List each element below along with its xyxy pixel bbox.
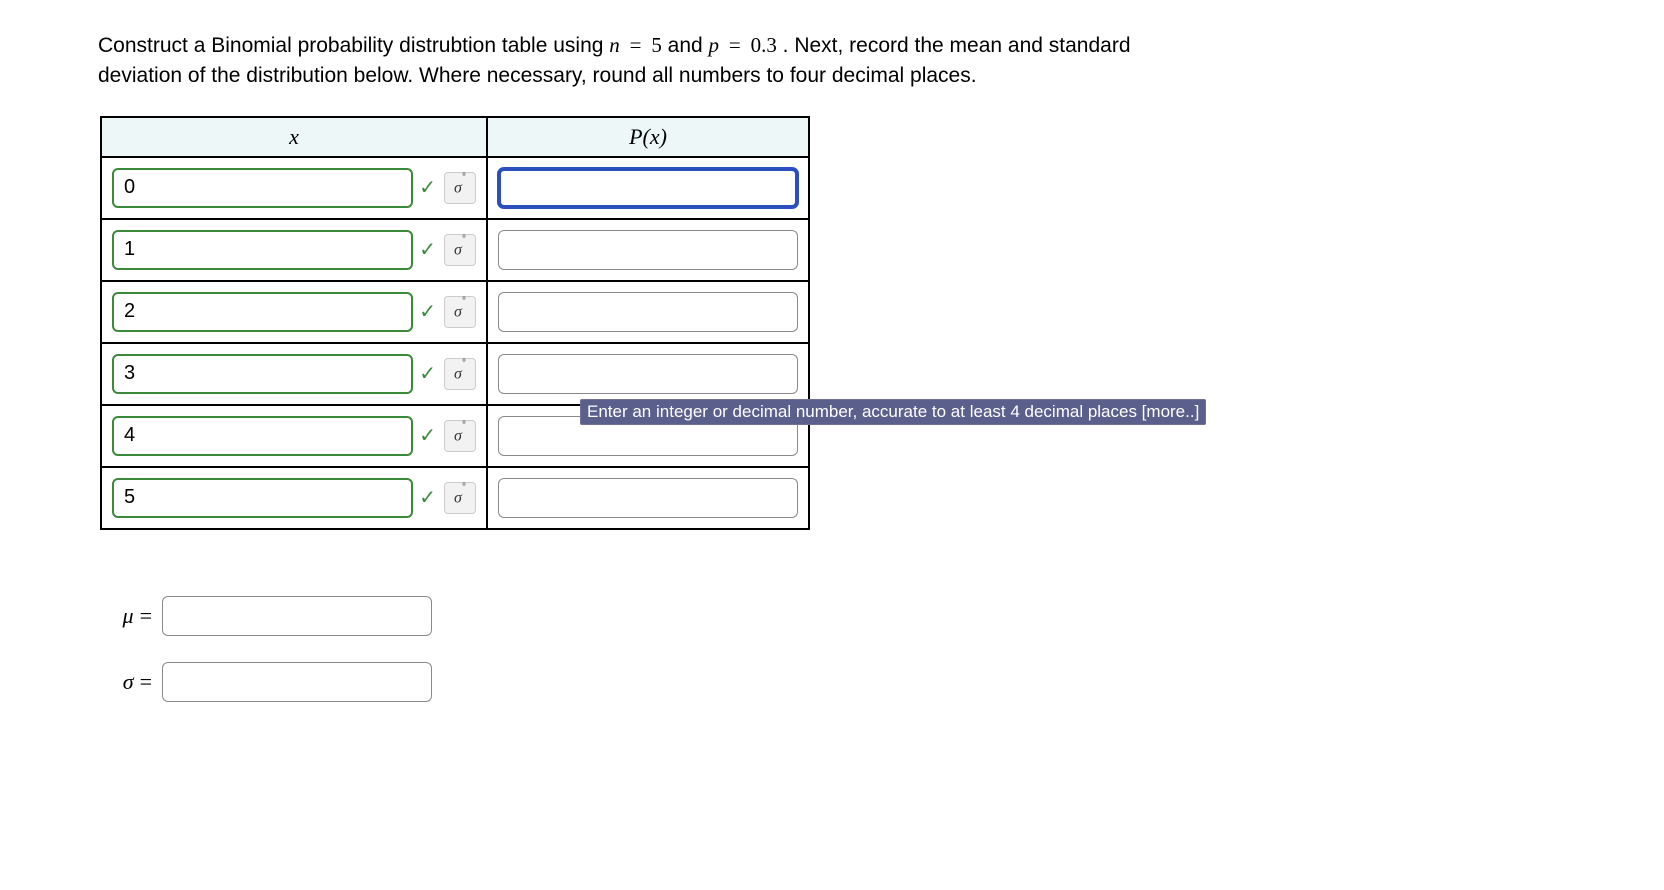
px-input[interactable]: [498, 230, 798, 270]
check-icon: ✓: [419, 488, 438, 508]
formula-icon: σ°: [454, 364, 466, 383]
check-icon: ✓: [419, 178, 438, 198]
table-row: ✓ σ°: [101, 467, 809, 529]
check-icon: ✓: [419, 426, 438, 446]
header-px-close: ): [660, 124, 667, 149]
formula-button[interactable]: σ°: [444, 420, 476, 452]
input-tooltip[interactable]: Enter an integer or decimal number, accu…: [580, 399, 1206, 425]
sigma-input[interactable]: [162, 662, 432, 702]
x-cell: ✓ σ°: [101, 343, 487, 405]
x-cell: ✓ σ°: [101, 467, 487, 529]
distribution-table: x P(x) ✓σ°✓σ°✓σ°✓σ°✓σ°✓σ°: [100, 116, 810, 530]
px-input[interactable]: [498, 292, 798, 332]
x-input[interactable]: [112, 168, 413, 208]
formula-button[interactable]: σ°: [444, 234, 476, 266]
px-input[interactable]: [498, 354, 798, 394]
px-cell: [487, 281, 809, 343]
header-x: x: [101, 117, 487, 157]
check-icon: ✓: [419, 364, 438, 384]
formula-icon: σ°: [454, 302, 466, 321]
check-icon: ✓: [419, 302, 438, 322]
mu-input[interactable]: [162, 596, 432, 636]
px-input[interactable]: [498, 478, 798, 518]
x-input[interactable]: [112, 230, 413, 270]
header-x-label: x: [289, 124, 299, 149]
table-row: ✓ σ°: [101, 343, 809, 405]
mu-label: μ =: [98, 603, 152, 629]
table-row: ✓ σ°: [101, 219, 809, 281]
stats-section: μ = σ =: [98, 596, 1664, 702]
formula-icon: σ°: [454, 426, 466, 445]
header-px-var: x: [650, 124, 660, 149]
formula-button[interactable]: σ°: [444, 482, 476, 514]
prompt-eq2: =: [725, 33, 745, 57]
mu-eq: =: [140, 603, 152, 629]
x-input[interactable]: [112, 416, 413, 456]
prompt-n-symbol: n: [609, 33, 620, 57]
mu-row: μ =: [98, 596, 1664, 636]
prompt-eq1: =: [626, 33, 646, 57]
prompt-text-1: Construct a Binomial probability distrub…: [98, 34, 609, 57]
sigma-label: σ =: [98, 669, 152, 695]
check-icon: ✓: [419, 240, 438, 260]
prompt-p-symbol: p: [709, 33, 720, 57]
prompt-p-value: 0.3: [751, 33, 777, 57]
question-prompt: Construct a Binomial probability distrub…: [98, 30, 1208, 92]
prompt-n-value: 5: [651, 33, 662, 57]
formula-button[interactable]: σ°: [444, 296, 476, 328]
formula-button[interactable]: σ°: [444, 358, 476, 390]
formula-icon: σ°: [454, 488, 466, 507]
x-input[interactable]: [112, 292, 413, 332]
x-cell: ✓ σ°: [101, 405, 487, 467]
px-input[interactable]: [498, 168, 798, 208]
x-input[interactable]: [112, 354, 413, 394]
formula-icon: σ°: [454, 178, 466, 197]
px-cell: [487, 343, 809, 405]
x-cell: ✓ σ°: [101, 219, 487, 281]
mu-symbol: μ: [123, 603, 134, 629]
px-cell: [487, 219, 809, 281]
px-cell: [487, 157, 809, 219]
formula-icon: σ°: [454, 240, 466, 259]
prompt-text-2: and: [668, 34, 709, 57]
x-cell: ✓ σ°: [101, 281, 487, 343]
sigma-eq: =: [140, 669, 152, 695]
table-row: ✓ σ°: [101, 157, 809, 219]
x-input[interactable]: [112, 478, 413, 518]
x-cell: ✓ σ°: [101, 157, 487, 219]
header-px: P(x): [487, 117, 809, 157]
sigma-symbol: σ: [123, 669, 134, 695]
px-cell: [487, 467, 809, 529]
header-px-open: P(: [629, 124, 650, 149]
table-row: ✓ σ°: [101, 281, 809, 343]
sigma-row: σ =: [98, 662, 1664, 702]
formula-button[interactable]: σ°: [444, 172, 476, 204]
